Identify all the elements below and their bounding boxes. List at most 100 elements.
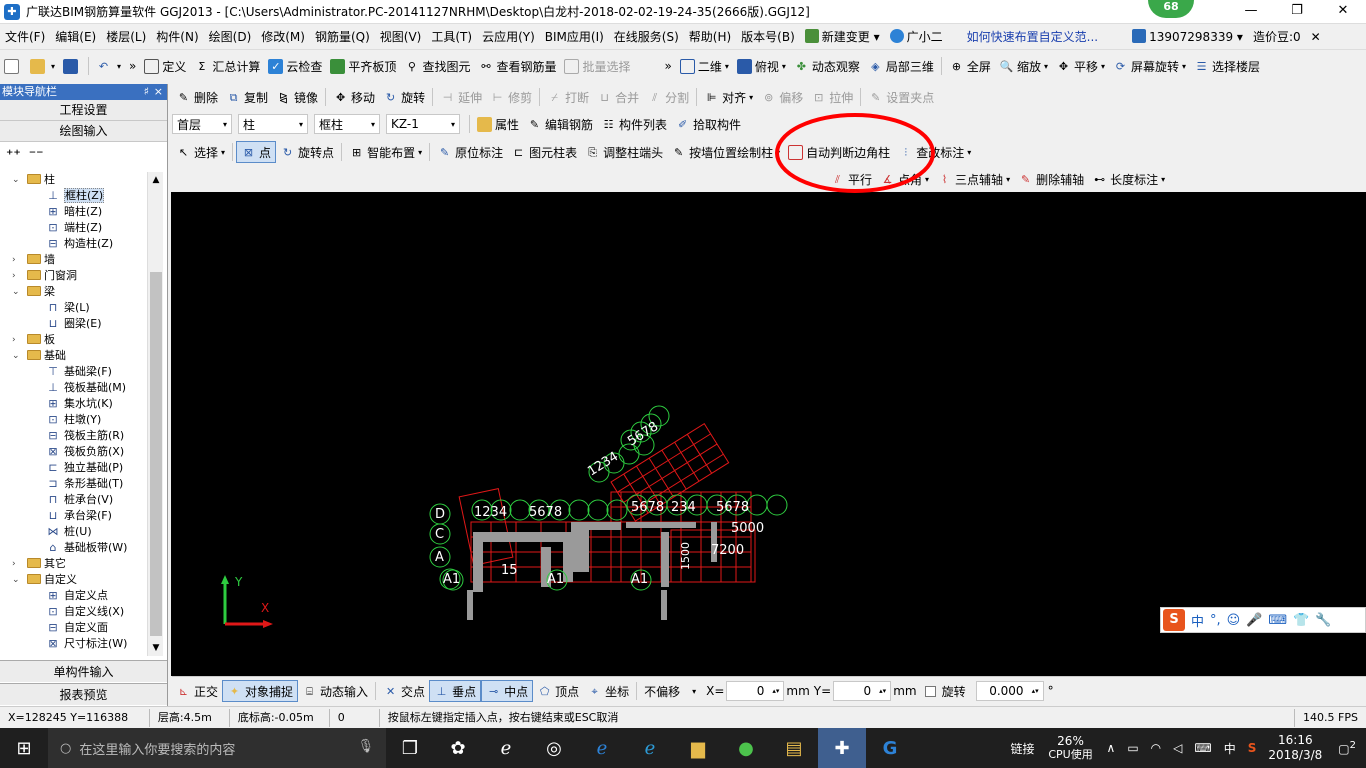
menu-edit[interactable]: 编辑(E) — [50, 25, 101, 49]
taskbar-app-ie[interactable]: ℯ — [626, 728, 674, 768]
move-button[interactable]: ✥ 移动 — [329, 86, 379, 108]
tree-item[interactable]: ⊐ 条形基础(T) — [0, 476, 148, 492]
offset-select[interactable]: 不偏移 ▾ — [640, 681, 700, 701]
extend-button[interactable]: ⊣ 延伸 — [436, 86, 486, 108]
category-select[interactable]: 柱 ▾ — [238, 114, 308, 134]
report-preview-button[interactable]: 报表预览 — [0, 683, 167, 705]
menu-version[interactable]: 版本号(B) — [736, 25, 800, 49]
rotate-button[interactable]: ↻ 旋转 — [379, 86, 429, 108]
user-account[interactable]: 13907298339 ▾ — [1127, 25, 1248, 49]
ime-keyboard-icon[interactable]: ⌨ — [1268, 613, 1287, 628]
floor-select[interactable]: 首层 ▾ — [172, 114, 232, 134]
undo-button[interactable]: ↶ ▾ — [92, 55, 125, 77]
dynamic-input-button[interactable]: ⌸ 动态输入 — [298, 680, 372, 702]
trim-button[interactable]: ⊢ 修剪 — [486, 86, 536, 108]
pick-component-button[interactable]: ✐ 拾取构件 — [671, 113, 745, 135]
ime-indicator[interactable]: 中 — [1218, 740, 1242, 757]
task-view-button[interactable]: ❐ — [386, 728, 434, 768]
offset-button[interactable]: ⊚ 偏移 — [757, 86, 807, 108]
tree-item[interactable]: ⊡ 柱墩(Y) — [0, 412, 148, 428]
mirror-button[interactable]: ⧎ 镜像 — [272, 86, 322, 108]
collapse-arrow-icon[interactable]: ⌄ — [12, 572, 22, 588]
rotate-input[interactable]: 0.000 ▴▾ — [975, 681, 1044, 701]
tree-item[interactable]: ⊔ 承台梁(F) — [0, 508, 148, 524]
clock[interactable]: 16:16 2018/3/8 — [1262, 733, 1328, 763]
tree-group[interactable]: ⌄ 自定义 — [0, 572, 148, 588]
top-view-dropdown[interactable]: 俯视 ▾ — [733, 55, 790, 77]
edit-rebar-button[interactable]: ✎ 编辑钢筋 — [523, 113, 597, 135]
point-button[interactable]: ⊠ 点 — [236, 141, 277, 163]
drawing-canvas[interactable]: Y X 1234 5678 5678 234 5678 1234 5678 D … — [171, 192, 1366, 676]
ime-tools-icon[interactable]: 🔧 — [1315, 613, 1331, 628]
ime-mode-toggle[interactable]: 中 — [1191, 611, 1204, 630]
find-element-button[interactable]: ⚲ 查找图元 — [400, 55, 474, 77]
pin-icon[interactable]: ♯ — [144, 84, 149, 100]
scroll-thumb[interactable] — [150, 272, 162, 636]
project-settings-button[interactable]: 工程设置 — [0, 100, 167, 121]
tree-item[interactable]: ⊞ 集水坑(K) — [0, 396, 148, 412]
minimize-button[interactable]: — — [1228, 0, 1274, 24]
menu-file[interactable]: 文件(F) — [0, 25, 50, 49]
scroll-up-icon[interactable]: ▲ — [148, 172, 164, 188]
tree-item[interactable]: ⌂ 基础板带(W) — [0, 540, 148, 556]
tree-item[interactable]: ⊠ 筏板负筋(X) — [0, 444, 148, 460]
tree-item[interactable]: ⊤ 基础梁(F) — [0, 364, 148, 380]
ime-punctuation-icon[interactable]: °, — [1210, 613, 1221, 628]
split-button[interactable]: ⫽ 分割 — [643, 86, 693, 108]
tree-group[interactable]: › 墙 — [0, 252, 148, 268]
tree-group[interactable]: ⌄ 柱 — [0, 172, 148, 188]
menu-bim[interactable]: BIM应用(I) — [540, 25, 609, 49]
tree-item[interactable]: ⊓ 梁(L) — [0, 300, 148, 316]
links-toolbar[interactable]: 链接 — [1005, 740, 1041, 757]
open-file-button[interactable]: ▾ — [26, 55, 59, 77]
collapse-all-icon[interactable]: ⁻⁻ — [29, 147, 44, 163]
maximize-button[interactable]: ❐ — [1274, 0, 1320, 24]
ortho-button[interactable]: ⊾ 正交 — [172, 680, 222, 702]
tree-group[interactable]: ⌄ 梁 — [0, 284, 148, 300]
tree-item[interactable]: ⊞ 暗柱(Z) — [0, 204, 148, 220]
pan-dropdown[interactable]: ✥ 平移 ▾ — [1052, 55, 1109, 77]
sogou-tray-icon[interactable]: S — [1242, 741, 1263, 755]
perpendicular-snap-button[interactable]: ⊥ 垂点 — [429, 680, 482, 702]
taskbar-app-g[interactable]: G — [866, 728, 914, 768]
expand-arrow-icon[interactable]: › — [12, 556, 22, 572]
stretch-button[interactable]: ⊡ 拉伸 — [807, 86, 857, 108]
tree-group[interactable]: ⌄ 基础 — [0, 348, 148, 364]
toolbar-overflow[interactable]: » — [125, 55, 140, 77]
collapse-arrow-icon[interactable]: ⌄ — [12, 284, 22, 300]
select-dropdown[interactable]: ↖ 选择 ▾ — [172, 141, 229, 163]
midpoint-snap-button[interactable]: ⊸ 中点 — [481, 680, 534, 702]
coordinate-snap-button[interactable]: ⌖ 坐标 — [583, 680, 633, 702]
fullscreen-button[interactable]: ⊕ 全屏 — [945, 55, 995, 77]
expand-all-icon[interactable]: ⁺⁺ — [6, 147, 21, 163]
menu-tools[interactable]: 工具(T) — [426, 25, 477, 49]
close-button[interactable]: ✕ — [1320, 0, 1366, 24]
menu-floor[interactable]: 楼层(L) — [101, 25, 151, 49]
taskbar-search[interactable]: ○ 在这里输入你要搜索的内容 🎙 — [48, 728, 386, 768]
taskbar-app-green[interactable]: ● — [722, 728, 770, 768]
taskbar-app-swirl[interactable]: ◎ — [530, 728, 578, 768]
tree-item[interactable]: ⊞ 自定义点 — [0, 588, 148, 604]
set-grip-button[interactable]: ✎ 设置夹点 — [864, 86, 938, 108]
microphone-icon[interactable]: 🎙 — [357, 739, 374, 754]
new-change-menu[interactable]: 新建变更 ▾ — [800, 25, 885, 49]
batch-select-button[interactable]: 批量选择 — [560, 55, 634, 77]
copy-button[interactable]: ⧉ 复制 — [222, 86, 272, 108]
expand-arrow-icon[interactable]: › — [12, 332, 22, 348]
draw-by-wall-dropdown[interactable]: ✎ 按墙位置绘制柱 ▾ — [667, 141, 784, 163]
taskbar-app-edge[interactable]: ℯ — [482, 728, 530, 768]
toolbar-overflow-2[interactable]: » — [660, 55, 675, 77]
zoom-dropdown[interactable]: 🔍 缩放 ▾ — [995, 55, 1052, 77]
ime-emoji-icon[interactable]: ☺ — [1227, 613, 1241, 628]
menu-modify[interactable]: 修改(M) — [256, 25, 310, 49]
single-component-input-button[interactable]: 单构件输入 — [0, 660, 167, 682]
volume-icon[interactable]: ◁ — [1167, 741, 1188, 755]
x-input[interactable]: 0 ▴▾ — [726, 681, 785, 701]
cost-bean[interactable]: 造价豆:0 — [1248, 25, 1306, 49]
tree-item[interactable]: ⊔ 圈梁(E) — [0, 316, 148, 332]
tree-item[interactable]: ⋈ 桩(U) — [0, 524, 148, 540]
tree-item[interactable]: ⊓ 桩承台(V) — [0, 492, 148, 508]
tree-item[interactable]: ⊡ 端柱(Z) — [0, 220, 148, 236]
battery-icon[interactable]: ▭ — [1121, 741, 1144, 755]
dynamic-view-button[interactable]: ✤ 动态观察 — [790, 55, 864, 77]
